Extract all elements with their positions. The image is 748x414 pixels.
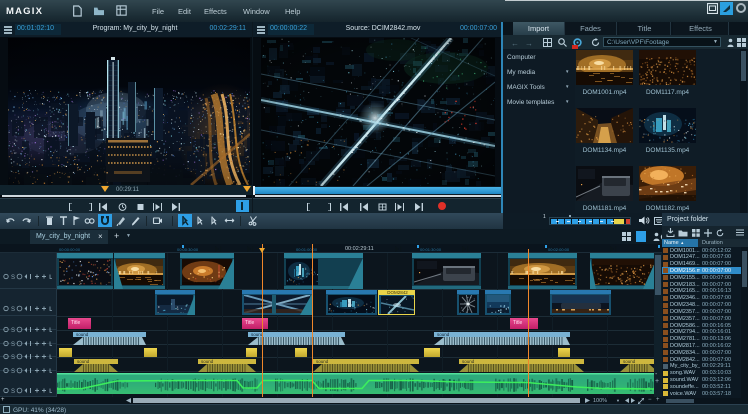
- svg-text:S: S: [11, 389, 15, 394]
- svg-text:S: S: [11, 275, 15, 280]
- svg-text:S: S: [11, 307, 15, 312]
